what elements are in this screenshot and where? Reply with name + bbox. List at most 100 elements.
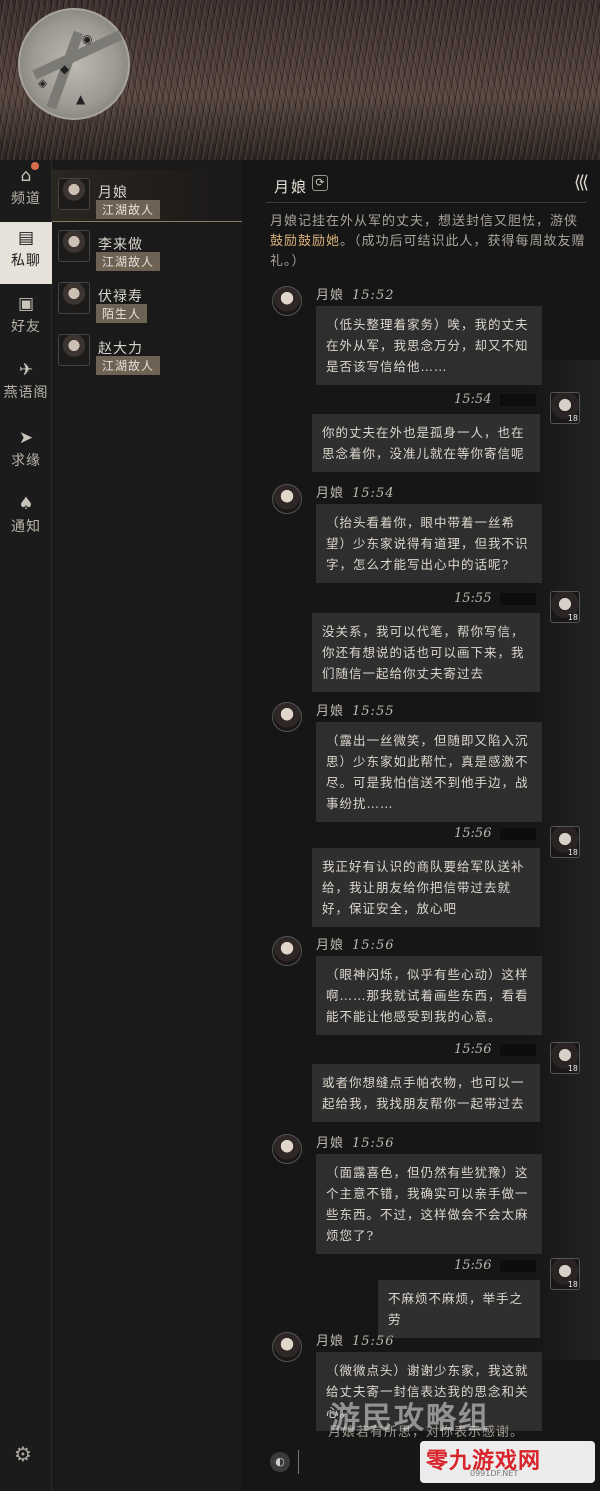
npc-message-bubble: （眼神闪烁，似乎有些心动）这样啊……那我就试着画些东西，看看能不能让他感受到我的…: [316, 956, 542, 1035]
player-name-redacted: [500, 1044, 536, 1056]
notification-dot: [31, 162, 39, 170]
message-time: 15:52: [352, 288, 395, 303]
map-marker-icon: ◉: [82, 32, 93, 46]
site-logo: 零九游戏网 0991DF.NET: [420, 1441, 595, 1483]
quest-intro: 月娘记挂在外从军的丈夫，想送封信又胆怯，游侠鼓励鼓励她。（成功后可结识此人，获得…: [270, 212, 588, 272]
player-name-redacted: [500, 593, 536, 605]
player-message-bubble: 不麻烦不麻烦，举手之劳: [378, 1280, 540, 1338]
npc-message-bubble: （抬头看着你，眼中带着一丝希望）少东家说得有道理，但我不识字，怎么才能写出心中的…: [316, 504, 542, 583]
contact-item[interactable]: 伏禄寿 陌生人: [52, 274, 242, 326]
npc-avatar[interactable]: [272, 484, 302, 514]
message-header: 月娘 15:56: [316, 1132, 394, 1151]
contact-name: 伏禄寿: [98, 289, 143, 305]
player-message-bubble: 你的丈夫在外也是孤身一人，也在思念着你，没准儿就在等你寄信呢: [312, 414, 540, 472]
chat-panel: 月娘 ⟳ ⟨⟨⟨ 月娘记挂在外从军的丈夫，想送封信又胆怯，游侠鼓励鼓励她。（成功…: [242, 160, 600, 1491]
voice-icon[interactable]: ◐: [270, 1452, 290, 1472]
avatar: [58, 230, 90, 262]
player-message-bubble: 我正好有认识的商队要给军队送补给，我让朋友给你把信带过去就好，保证安全，放心吧: [312, 848, 540, 927]
sender-name: 月娘: [316, 1334, 345, 1349]
level-badge: 18: [567, 848, 578, 857]
contact-name: 月娘: [98, 185, 128, 201]
player-avatar[interactable]: 18: [550, 826, 580, 858]
player-message-bubble: 没关系，我可以代笔，帮你写信，你还有想说的话也可以画下来，我们随信一起给你丈夫寄…: [312, 613, 540, 692]
message-time: 15:56: [454, 826, 492, 841]
level-badge: 18: [567, 613, 578, 622]
settings-gear-icon[interactable]: ⚙: [14, 1442, 32, 1466]
message-header: 月娘 15:55: [316, 700, 394, 719]
sender-name: 月娘: [316, 1136, 345, 1151]
message-time: 15:55: [454, 591, 492, 606]
contact-name: 赵大力: [98, 341, 143, 357]
sender-name: 月娘: [316, 938, 345, 953]
player-name-redacted: [500, 394, 536, 406]
npc-avatar[interactable]: [272, 702, 302, 732]
contact-name: 李来做: [98, 237, 143, 253]
relation-badge: 江湖故人: [96, 200, 161, 219]
nav-label: 好友: [11, 319, 41, 335]
nav-item-private-chat[interactable]: ▤ 私聊: [0, 222, 52, 284]
level-badge: 18: [567, 414, 578, 423]
message-time: 15:56: [454, 1258, 492, 1273]
friend-icon: ▣: [17, 294, 35, 314]
divider: [266, 202, 586, 203]
player-avatar[interactable]: 18: [550, 392, 580, 424]
avatar: [58, 178, 90, 210]
nav-item-yanyuge[interactable]: ✈ 燕语阁: [0, 354, 52, 416]
message-header: 月娘 15:56: [316, 934, 394, 953]
nav-label: 求缘: [11, 453, 41, 469]
message-time: 15:55: [352, 704, 395, 719]
npc-avatar[interactable]: [272, 936, 302, 966]
contact-item[interactable]: 月娘 江湖故人: [52, 170, 242, 222]
player-avatar[interactable]: 18: [550, 1042, 580, 1074]
level-badge: 18: [567, 1064, 578, 1073]
player-avatar[interactable]: 18: [550, 1258, 580, 1290]
refresh-icon[interactable]: ⟳: [312, 175, 328, 191]
player-name-redacted: [500, 1260, 536, 1272]
map-marker-icon: ◆: [60, 62, 70, 76]
nav-label: 燕语阁: [3, 385, 49, 401]
contact-item[interactable]: 李来做 江湖故人: [52, 222, 242, 274]
collapse-arrow-icon[interactable]: ⟨⟨⟨: [574, 172, 589, 193]
relation-badge: 江湖故人: [96, 252, 161, 271]
level-badge: 18: [567, 1280, 578, 1289]
npc-avatar[interactable]: [272, 286, 302, 316]
npc-message-bubble: （面露喜色，但仍然有些犹豫）这个主意不错，我确实可以亲手做一些东西。不过，这样做…: [316, 1154, 542, 1254]
sender-name: 月娘: [316, 704, 345, 719]
message-time: 15:54: [454, 392, 492, 407]
watermark-text: 游民攻略组: [330, 1401, 490, 1436]
contact-list: 月娘 江湖故人 李来做 江湖故人 伏禄寿 陌生人 赵大力 江湖故人: [52, 160, 242, 1491]
nav-item-channel[interactable]: ⌂ 频道: [0, 160, 52, 222]
npc-message-bubble: （低头整理着家务）唉，我的丈夫在外从军，我思念万分，却又不知是否该写信给他……: [316, 306, 542, 385]
npc-message-bubble: （露出一丝微笑，但随即又陷入沉思）少东家如此帮忙，真是感激不尽。可是我怕信送不到…: [316, 722, 542, 822]
nav-item-notifications[interactable]: ♠ 通知: [0, 488, 52, 550]
message-time: 15:56: [352, 1334, 395, 1349]
message-time: 15:56: [454, 1042, 492, 1057]
game-scene-roof: ◉ ◆ ◈ ▲: [0, 0, 600, 160]
nav-item-friends[interactable]: ▣ 好友: [0, 288, 52, 350]
nav-label: 私聊: [11, 253, 41, 269]
nav-label: 通知: [11, 519, 41, 535]
paper-plane-icon: ➤: [18, 428, 34, 448]
avatar: [58, 334, 90, 366]
chat-title: 月娘: [274, 178, 309, 196]
sender-name: 月娘: [316, 288, 345, 303]
map-marker-icon: ◈: [38, 76, 48, 90]
message-header: 月娘 15:54: [316, 482, 394, 501]
message-time: 15:56: [352, 1136, 395, 1151]
nav-item-qiuyuan[interactable]: ➤ 求缘: [0, 422, 52, 484]
player-name-redacted: [500, 828, 536, 840]
npc-avatar[interactable]: [272, 1332, 302, 1362]
contact-item[interactable]: 赵大力 江湖故人: [52, 326, 242, 378]
side-nav: ⌂ 频道 ▤ 私聊 ▣ 好友 ✈ 燕语阁 ➤ 求缘 ♠ 通知 ⚙: [0, 160, 52, 1491]
logo-url: 0991DF.NET: [470, 1469, 519, 1478]
relation-badge: 江湖故人: [96, 356, 161, 375]
message-time: 15:56: [352, 938, 395, 953]
intro-highlight[interactable]: 鼓励鼓励她: [270, 234, 340, 249]
player-avatar[interactable]: 18: [550, 591, 580, 623]
nav-label: 频道: [11, 191, 41, 207]
npc-avatar[interactable]: [272, 1134, 302, 1164]
bell-icon: ♠: [18, 494, 34, 514]
minimap[interactable]: ◉ ◆ ◈ ▲: [18, 8, 130, 120]
swallow-icon: ✈: [18, 360, 34, 380]
message-header: 月娘 15:56: [316, 1330, 394, 1349]
